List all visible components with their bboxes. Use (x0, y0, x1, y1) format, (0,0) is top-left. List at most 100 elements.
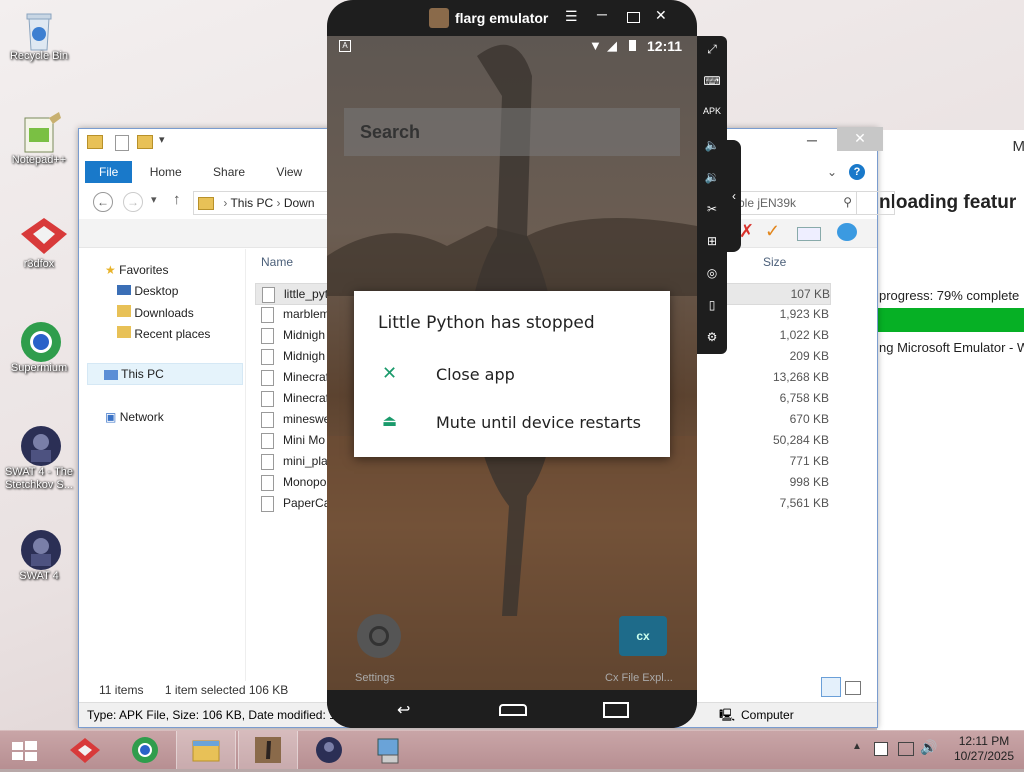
shake-icon[interactable]: ▯ (701, 298, 723, 320)
taskbar-swat4[interactable] (300, 731, 358, 769)
settings-app-icon[interactable] (357, 614, 401, 658)
mute-option[interactable]: ⏏ Mute until device restarts (354, 401, 670, 445)
customize-qat-icon[interactable]: ▾ (159, 133, 165, 146)
clock-date: 10/27/2025 (946, 749, 1022, 764)
search-icon[interactable]: ⚲ (843, 195, 852, 209)
keyboard-icon[interactable]: ⌨ (701, 74, 723, 96)
apk-file-icon (261, 433, 274, 449)
file-name: Midnigh (283, 325, 325, 345)
forward-button[interactable]: → (123, 192, 143, 212)
help-icon[interactable]: ? (849, 164, 865, 180)
desktop-icon-r3dfox[interactable]: r3dfox (2, 216, 76, 270)
close-button[interactable]: ✕ (837, 127, 883, 151)
properties-icon[interactable] (115, 135, 129, 151)
network-icon[interactable] (898, 742, 914, 756)
back-button[interactable]: ← (93, 192, 113, 212)
search-box[interactable]: ble jEN39k ⚲ (735, 191, 857, 215)
cx-file-explorer-icon[interactable]: cx (619, 616, 667, 656)
desktop-icon-label: SWAT 4 - The Stetchkov S... (2, 466, 76, 492)
tab-file[interactable]: File (85, 161, 132, 183)
expand-ribbon-icon[interactable]: ⌄ (827, 161, 837, 183)
computer-icon (104, 370, 118, 380)
details-view-icon[interactable] (821, 677, 841, 697)
apk-file-icon (261, 412, 274, 428)
nav-favorites[interactable]: ★ Favorites (105, 263, 168, 277)
nav-downloads[interactable]: Downloads (117, 305, 194, 320)
download-detail: ng Microsoft Emulator - W (879, 340, 1024, 355)
fullscreen-icon[interactable]: ⤢ (701, 42, 723, 64)
check-icon[interactable]: ✓ (765, 221, 780, 242)
location-label: Computer (741, 703, 794, 727)
add-icon[interactable]: ⊞ (701, 234, 723, 256)
tab-share[interactable]: Share (199, 161, 259, 183)
cancel-icon[interactable]: ✗ (739, 221, 754, 242)
volume-down-icon[interactable]: 🔉 (701, 170, 723, 192)
action-center-icon[interactable] (874, 742, 888, 756)
minimize-icon[interactable]: ─ (597, 6, 607, 22)
file-size: 50,284 KB (773, 430, 829, 450)
search-bar[interactable]: Search (344, 108, 680, 156)
desktop-icon-notepadpp[interactable]: Notepad++ (2, 112, 76, 166)
nav-recent-places[interactable]: Recent places (117, 326, 210, 341)
close-app-option[interactable]: ✕ Close app (354, 353, 670, 397)
large-icons-view-icon[interactable] (845, 681, 861, 695)
file-size: 209 KB (790, 346, 829, 366)
folder-icon (87, 135, 103, 149)
file-name: Mini Mo (283, 430, 325, 450)
battery-icon (629, 40, 636, 51)
taskbar-r3dfox[interactable] (56, 731, 114, 769)
home-nav-icon[interactable] (499, 704, 527, 716)
volume-up-icon[interactable]: 🔈 (701, 138, 723, 160)
android-screen: A ▼ ◢ 12:11 Search Settings cx Cx File E… (327, 36, 697, 690)
scissors-icon[interactable]: ✂ (701, 202, 723, 224)
swat4-icon (19, 528, 59, 568)
apk-file-icon (261, 349, 274, 365)
recent-places-icon (117, 326, 131, 338)
column-header-size[interactable]: Size (763, 255, 786, 269)
install-apk-icon[interactable]: APK (701, 106, 723, 128)
settings-icon[interactable]: ⚙ (701, 330, 723, 352)
new-folder-icon[interactable] (137, 135, 153, 149)
menu-icon[interactable]: ☰ (565, 8, 578, 25)
column-header-name[interactable]: Name (261, 255, 293, 269)
collapse-toolbar-button[interactable]: ‹ (727, 140, 741, 252)
dialog-title: Little Python has stopped (378, 313, 595, 333)
desktop-icon-supermium[interactable]: Supermium (2, 320, 76, 374)
breadcrumb-downloads[interactable]: Down (284, 196, 315, 210)
recent-locations-icon[interactable]: ▾ (151, 193, 157, 206)
location-icon[interactable]: ◎ (701, 266, 723, 288)
search-input[interactable]: ble jEN39k (738, 196, 796, 210)
back-nav-icon[interactable]: ↩ (397, 700, 410, 720)
mute-label: Mute until device restarts (436, 413, 641, 432)
desktop-icon-label: Notepad++ (12, 154, 66, 166)
desktop-icon-swat4-stetchkov[interactable]: SWAT 4 - The Stetchkov S... (2, 424, 76, 492)
up-button[interactable]: ↑ (173, 191, 181, 208)
minimize-button[interactable]: ─ (795, 129, 829, 153)
taskbar-supermium[interactable] (116, 731, 174, 769)
taskbar-setup[interactable] (360, 731, 418, 769)
folder-icon (198, 197, 214, 210)
breadcrumb-this-pc[interactable]: This PC (230, 196, 273, 210)
apk-file-icon (261, 370, 274, 386)
taskbar-file-explorer[interactable] (176, 731, 236, 769)
show-hidden-icons[interactable]: ▲ (852, 741, 862, 752)
nav-network[interactable]: ▣ Network (105, 410, 164, 424)
taskbar-flarg-emulator[interactable] (238, 731, 298, 769)
recents-nav-icon[interactable] (603, 702, 629, 718)
volume-icon[interactable]: 🔊 (920, 739, 937, 756)
maximize-icon[interactable] (627, 12, 640, 23)
desktop-icon-swat4[interactable]: SWAT 4 (2, 528, 76, 582)
close-icon[interactable]: ✕ (655, 7, 667, 24)
tab-view[interactable]: View (262, 161, 316, 183)
tab-home[interactable]: Home (136, 161, 196, 183)
globe-icon[interactable] (837, 223, 857, 241)
progress-text: progress: 79% complete (879, 288, 1019, 303)
clock[interactable]: 12:11 PM 10/27/2025 (946, 734, 1022, 764)
nav-desktop[interactable]: Desktop (117, 284, 178, 298)
windows-logo-icon (0, 731, 48, 769)
android-navbar: ↩ (327, 690, 697, 728)
desktop-icon-recycle-bin[interactable]: Recycle Bin (2, 8, 76, 62)
keyboard-icon[interactable] (797, 227, 821, 241)
start-button[interactable] (0, 731, 48, 769)
nav-this-pc[interactable]: This PC (87, 363, 243, 385)
